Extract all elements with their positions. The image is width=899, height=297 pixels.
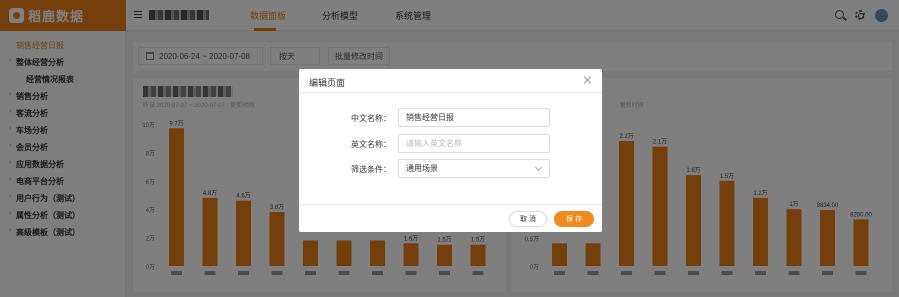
dialog-header: 编辑页面 <box>299 69 602 93</box>
filter-condition-select[interactable]: 通用场景 <box>398 159 550 178</box>
filter-condition-value: 通用场景 <box>406 164 438 173</box>
en-name-label: 英文名称： <box>351 140 391 149</box>
cn-name-value: 销售经营日报 <box>406 113 454 122</box>
en-name-placeholder: 请输入英文名称 <box>406 139 462 148</box>
cn-name-label: 中文名称： <box>351 114 391 123</box>
edit-page-dialog: 编辑页面 中文名称： 销售经营日报 英文名称： 请输入英文名称 筛选条件： 通用… <box>299 69 602 232</box>
en-name-field[interactable]: 请输入英文名称 <box>398 134 550 153</box>
chevron-down-icon <box>534 163 543 172</box>
dialog-title: 编辑页面 <box>309 78 346 88</box>
dialog-footer: 取 消 保 存 <box>299 204 602 232</box>
filter-condition-label: 筛选条件： <box>351 165 391 174</box>
cancel-button[interactable]: 取 消 <box>509 211 547 227</box>
save-button[interactable]: 保 存 <box>554 211 594 227</box>
close-icon[interactable] <box>584 76 592 84</box>
cn-name-field[interactable]: 销售经营日报 <box>398 108 550 127</box>
